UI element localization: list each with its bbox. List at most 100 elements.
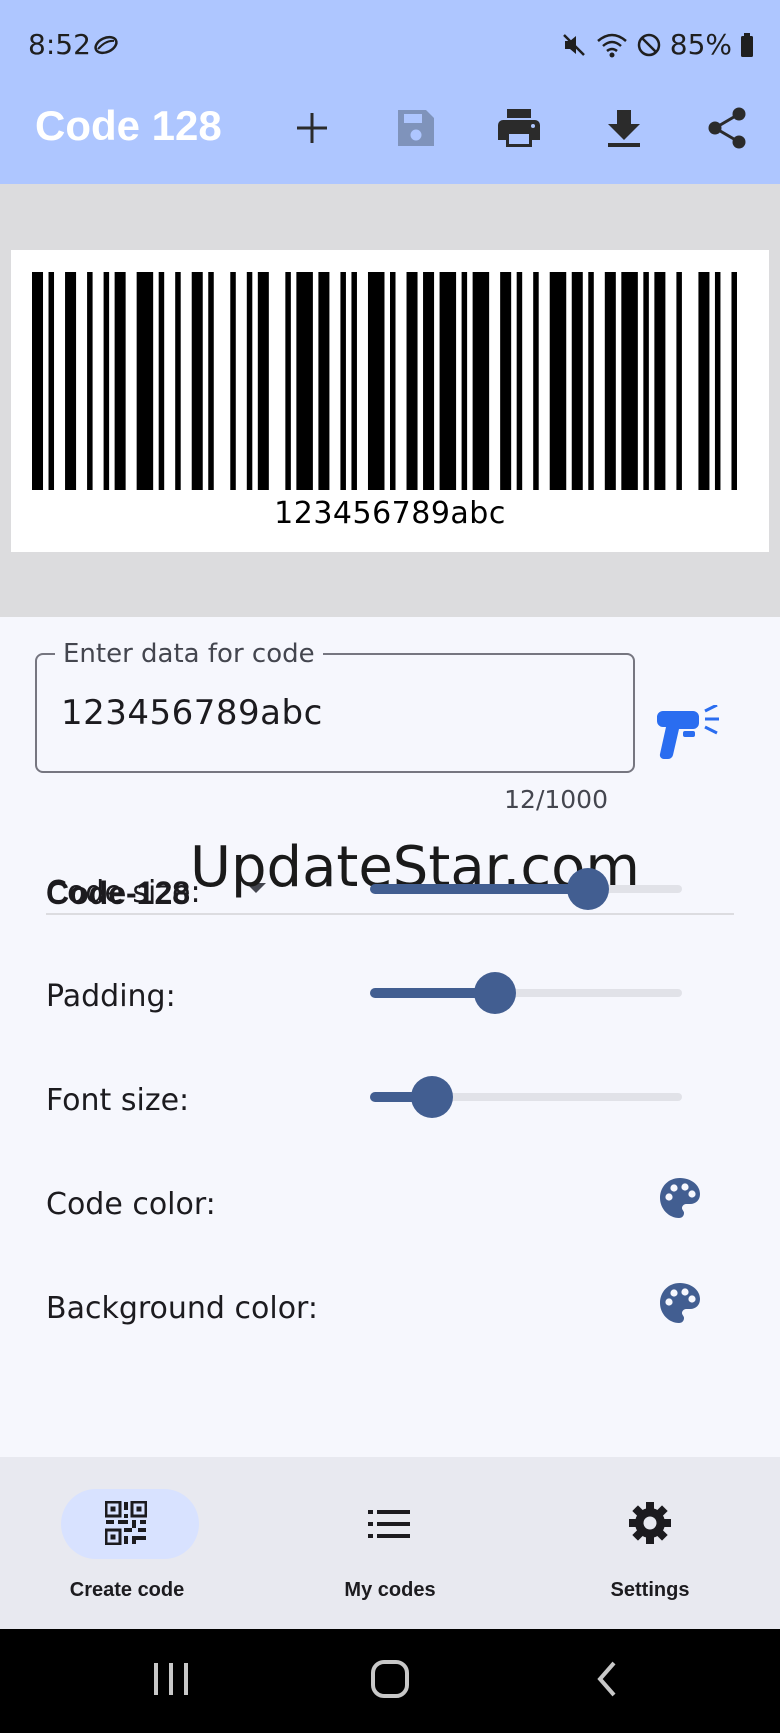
barcode-bar — [103, 272, 110, 490]
page-title: Code 128 — [35, 102, 222, 149]
share-icon — [708, 107, 746, 149]
qr-code-icon — [105, 1501, 147, 1545]
barcode-bar — [698, 272, 710, 490]
lens-icon — [94, 35, 118, 55]
nav-item-my-codes[interactable]: My codes — [300, 1489, 480, 1609]
download-button[interactable] — [594, 98, 654, 158]
bottom-navigation: Create code My codes Settings — [0, 1457, 780, 1629]
barcode-bar — [246, 272, 253, 490]
recent-apps-icon[interactable] — [152, 1659, 190, 1699]
barcode-bar — [406, 272, 418, 490]
barcode-bar — [318, 272, 330, 490]
barcode-bar — [571, 272, 583, 490]
font-size-label: Font size: — [46, 1083, 190, 1118]
padding-label: Padding: — [46, 979, 176, 1014]
home-icon[interactable] — [370, 1659, 410, 1699]
battery-level: 85% — [669, 28, 732, 61]
barcode-bar — [654, 272, 666, 490]
barcode-bar — [533, 272, 539, 490]
barcode-bar — [230, 272, 236, 490]
wifi-icon — [596, 33, 627, 57]
barcode-bar — [285, 272, 291, 490]
code-size-label: Code size: — [46, 875, 201, 910]
status-time: 8:52 — [28, 28, 91, 61]
print-icon — [498, 109, 540, 147]
barcode-bar — [439, 272, 457, 490]
status-icons: 85% — [560, 28, 754, 61]
barcode-bar — [423, 272, 435, 490]
do-not-disturb-icon — [637, 33, 661, 56]
nav-item-settings[interactable]: Settings — [560, 1489, 740, 1609]
system-navigation-bar — [0, 1629, 780, 1733]
padding-slider[interactable] — [370, 971, 682, 1015]
barcode-bar — [676, 272, 682, 490]
list-icon — [368, 1510, 410, 1538]
slider-fill — [370, 884, 589, 894]
barcode-bar — [549, 272, 567, 490]
barcode-bar — [114, 272, 126, 490]
share-button[interactable] — [697, 98, 757, 158]
background-color-label: Background color: — [46, 1291, 318, 1326]
barcode-card: 123456789abc — [11, 250, 769, 552]
data-input[interactable] — [61, 693, 601, 733]
background-color-button[interactable] — [658, 1281, 706, 1329]
barcode-bar — [351, 272, 357, 490]
barcode-scanner-icon — [657, 703, 719, 760]
barcode-bar — [136, 272, 154, 490]
barcode-bar — [367, 272, 385, 490]
font-size-slider[interactable] — [370, 1075, 682, 1119]
scan-button[interactable] — [655, 703, 727, 777]
palette-icon — [660, 1283, 700, 1323]
barcode-bar — [158, 272, 165, 490]
data-field: Enter data for code — [35, 639, 635, 773]
download-icon — [608, 110, 640, 147]
code-settings-form: Enter data for code 12/1000 Code-128 Upd… — [0, 617, 780, 1457]
barcode-bar — [516, 272, 523, 490]
barcode-bar — [65, 272, 77, 490]
code-color-label: Code color: — [46, 1187, 216, 1222]
slider-thumb[interactable] — [567, 868, 610, 910]
barcode-bar — [461, 272, 468, 490]
dropdown-arrow-icon — [246, 883, 266, 893]
add-button[interactable] — [282, 98, 342, 158]
slider-thumb[interactable] — [473, 972, 516, 1014]
back-icon[interactable] — [594, 1659, 620, 1699]
barcode-bar — [87, 272, 93, 490]
battery-icon — [741, 32, 753, 57]
barcode-bar — [731, 272, 737, 490]
gear-icon — [629, 1502, 671, 1544]
add-icon — [297, 113, 327, 143]
barcode-bar — [340, 272, 346, 490]
mute-icon — [562, 33, 585, 56]
save-icon — [398, 110, 434, 146]
nav-label-settings: Settings — [610, 1579, 690, 1601]
barcode-bar — [208, 272, 214, 490]
nav-label-create-code: Create code — [69, 1579, 185, 1601]
app-bar: Code 128 — [0, 88, 780, 184]
barcode-bar — [604, 272, 616, 490]
barcode-bar — [257, 272, 269, 490]
barcode-preview-area: 123456789abc — [0, 184, 780, 617]
barcode-bar — [500, 272, 512, 490]
barcode-bar — [472, 272, 490, 490]
print-button[interactable] — [489, 98, 549, 158]
palette-icon — [660, 1178, 700, 1218]
status-bar: 8:52 85% — [0, 0, 780, 88]
barcode-image — [32, 272, 737, 490]
barcode-bar — [191, 272, 203, 490]
nav-item-create-code[interactable]: Create code — [37, 1489, 217, 1609]
barcode-bar — [621, 272, 638, 490]
save-button[interactable] — [386, 98, 446, 158]
barcode-bar — [390, 272, 396, 490]
barcode-human-readable: 123456789abc — [274, 496, 506, 531]
slider-thumb[interactable] — [411, 1076, 454, 1118]
barcode-bar — [48, 272, 55, 490]
barcode-bar — [714, 272, 721, 490]
barcode-bar — [296, 272, 313, 490]
code-color-button[interactable] — [658, 1176, 706, 1224]
code-size-slider[interactable] — [370, 867, 682, 911]
nav-label-my-codes: My codes — [344, 1579, 436, 1601]
barcode-bar — [175, 272, 181, 490]
barcode-bar — [588, 272, 594, 490]
barcode-bar — [643, 272, 649, 490]
